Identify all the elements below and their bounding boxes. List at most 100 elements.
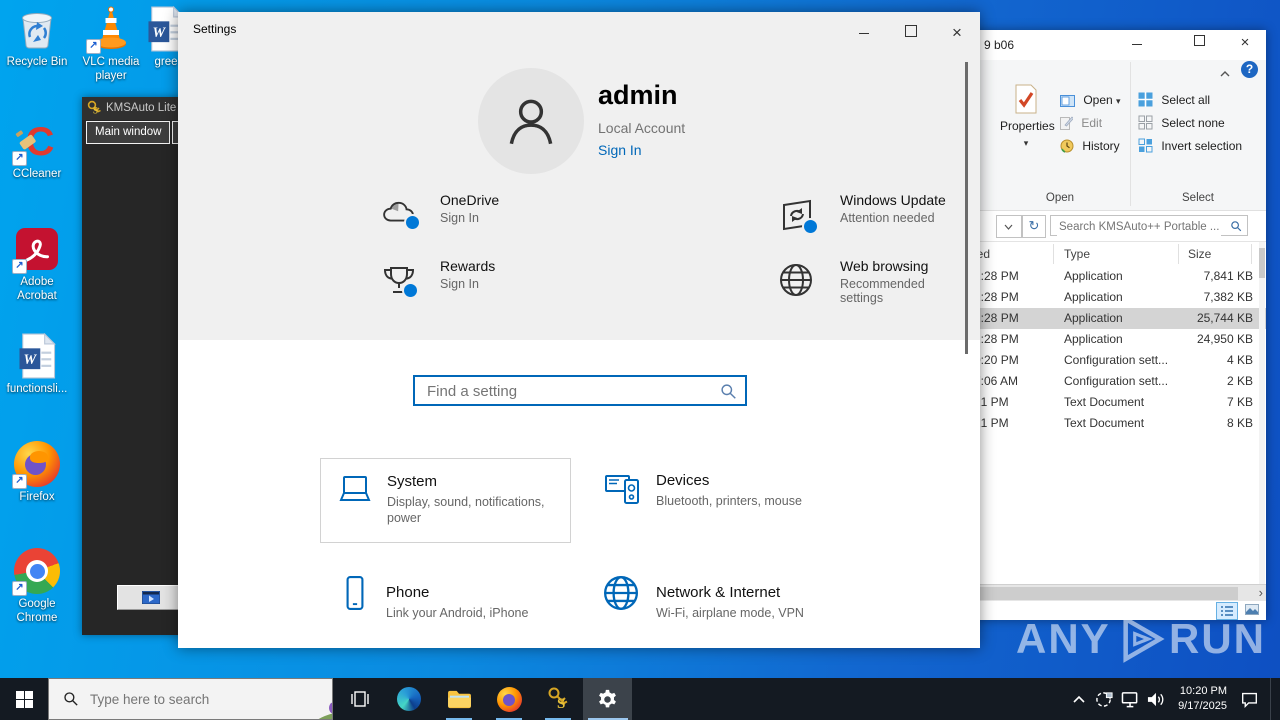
tray-network-button[interactable]: [1118, 678, 1142, 720]
chrome-icon: ↗: [12, 548, 60, 596]
laptop-icon: [337, 474, 373, 511]
settings-close-button[interactable]: ×: [940, 20, 974, 46]
recycle-bin-icon: [14, 6, 60, 52]
explorer-ribbon: ? Properties Open: [960, 60, 1266, 211]
search-highlight-flowers-icon: [318, 702, 332, 719]
explorer-title: 9 b06: [984, 38, 1015, 52]
status-badge: [404, 214, 421, 231]
select-none-icon: [1138, 115, 1153, 136]
tile-devices[interactable]: Devices Bluetooth, printers, mouse: [588, 458, 848, 541]
word-document-icon: W: [14, 332, 60, 379]
edit-icon: [1060, 116, 1074, 136]
kmsauto-media-button[interactable]: [117, 585, 184, 610]
status-badge: [802, 218, 819, 235]
explorer-minimize-button[interactable]: [1120, 30, 1154, 56]
file-row[interactable]: 21 PM Text Document 7 KB: [960, 392, 1266, 413]
tray-volume-button[interactable]: [1143, 678, 1167, 720]
desktop-icon-recycle-bin[interactable]: Recycle Bin: [0, 6, 74, 69]
history-button[interactable]: History: [1060, 136, 1120, 156]
properties-button[interactable]: Properties: [1000, 84, 1055, 188]
desktop-icon-functionsli[interactable]: W functionsli...: [0, 332, 74, 396]
search-icon: [721, 384, 736, 399]
taskbar-search-input[interactable]: [88, 690, 242, 708]
file-list: 2:28 PM Application 7,841 KB 2:28 PM Applic…: [960, 266, 1266, 438]
file-row[interactable]: 0:20 PM Configuration sett... 4 KB: [960, 350, 1266, 371]
desktop-icon-firefox[interactable]: ↗ Firefox: [0, 441, 74, 504]
scrollbar-thumb[interactable]: [1259, 248, 1265, 278]
file-row[interactable]: 7:06 AM Configuration sett... 2 KB: [960, 371, 1266, 392]
ribbon-separator: [1130, 62, 1131, 206]
task-view-button[interactable]: [342, 678, 378, 720]
file-row[interactable]: 2:28 PM Application 24,950 KB: [960, 329, 1266, 350]
svg-text:W: W: [153, 25, 167, 41]
file-row-selected[interactable]: 2:28 PM Application 25,744 KB: [960, 308, 1266, 329]
action-center-button[interactable]: [1232, 678, 1266, 720]
tray-app-icon: [1095, 691, 1113, 707]
desktop-icon-google-chrome[interactable]: ↗ Google Chrome: [0, 548, 74, 626]
taskbar-search-box[interactable]: [48, 678, 333, 720]
taskbar-clock[interactable]: 10:20 PM 9/17/2025: [1168, 678, 1228, 720]
show-desktop-divider[interactable]: [1270, 678, 1271, 720]
taskbar: S: [0, 678, 1280, 720]
start-button[interactable]: [0, 678, 48, 720]
tray-show-hidden-icons[interactable]: [1068, 678, 1090, 720]
quick-status-windows-update[interactable]: Windows Update Attention needed: [600, 192, 946, 248]
quick-status-web-browsing[interactable]: Web browsing Recommended settings: [600, 258, 928, 330]
explorer-titlebar[interactable]: 9 b06 ×: [960, 30, 1266, 60]
invert-selection-icon: [1138, 138, 1153, 159]
shortcut-arrow-icon: ↗: [12, 581, 27, 596]
file-row[interactable]: 21 PM Text Document 8 KB: [960, 413, 1266, 434]
column-header-size[interactable]: Size: [1188, 242, 1211, 266]
invert-selection-button[interactable]: Invert selection: [1138, 136, 1242, 156]
tray-app-button[interactable]: [1092, 678, 1116, 720]
tile-system[interactable]: System Display, sound, notifications, po…: [320, 458, 571, 543]
open-icon: [1060, 93, 1075, 113]
svg-text:W: W: [24, 352, 38, 368]
explorer-search-box[interactable]: [1050, 215, 1248, 236]
account-sign-in-link[interactable]: Sign In: [598, 142, 642, 158]
gear-icon: [599, 689, 616, 707]
kmsauto-title: KMSAuto Lite: [106, 102, 177, 114]
history-icon: [1060, 139, 1074, 159]
select-all-button[interactable]: Select all: [1138, 90, 1210, 110]
speaker-icon: [1147, 692, 1163, 706]
select-none-button[interactable]: Select none: [1138, 113, 1225, 133]
horizontal-scrollbar[interactable]: ›: [960, 584, 1266, 602]
desktop-icon-ccleaner[interactable]: C ↗ CCleaner: [0, 118, 74, 181]
file-list-scrollbar[interactable]: [1259, 242, 1265, 584]
scroll-right-arrow-icon[interactable]: ›: [1259, 585, 1263, 601]
taskbar-edge-button[interactable]: [390, 678, 428, 720]
settings-search-input[interactable]: [425, 379, 709, 404]
explorer-addressbar: ↻: [960, 211, 1266, 242]
refresh-icon[interactable]: ↻: [1022, 215, 1046, 238]
explorer-close-button[interactable]: ×: [1228, 30, 1262, 56]
column-header-type[interactable]: Type: [1064, 242, 1090, 266]
taskbar-firefox-button[interactable]: [490, 678, 528, 720]
help-icon[interactable]: ?: [1241, 61, 1258, 78]
tab-main-window[interactable]: Main window: [86, 121, 171, 144]
taskbar-settings-button[interactable]: [583, 678, 632, 720]
ribbon-collapse-icon[interactable]: [1220, 64, 1232, 77]
settings-search-box[interactable]: [413, 375, 747, 406]
settings-maximize-button[interactable]: [894, 20, 928, 46]
desktop-icon-adobe-acrobat[interactable]: ↗ Adobe Acrobat: [0, 226, 74, 304]
tile-phone[interactable]: Phone Link your Android, iPhone: [320, 570, 569, 640]
file-row[interactable]: 2:28 PM Application 7,382 KB: [960, 287, 1266, 308]
open-button[interactable]: Open: [1060, 90, 1121, 110]
scrollbar-thumb[interactable]: [962, 587, 1238, 600]
settings-scrollbar-thumb[interactable]: [965, 62, 968, 354]
kmsauto-icon: S: [548, 687, 568, 712]
taskbar-kmsauto-button[interactable]: S: [539, 678, 577, 720]
explorer-maximize-button[interactable]: [1182, 30, 1216, 56]
desktop: Recycle Bin ↗ VLC media player W gree C …: [0, 0, 1280, 720]
kmsauto-logo-icon: S: [87, 100, 101, 116]
address-dropdown-button[interactable]: [996, 215, 1022, 238]
explorer-search-input[interactable]: [1057, 217, 1221, 236]
adobe-acrobat-icon: ↗: [12, 226, 60, 274]
taskbar-explorer-button[interactable]: [440, 678, 478, 720]
edit-button[interactable]: Edit: [1060, 113, 1102, 133]
file-row[interactable]: 2:28 PM Application 7,841 KB: [960, 266, 1266, 287]
settings-minimize-button[interactable]: [847, 20, 881, 46]
tile-network[interactable]: Network & Internet Wi-Fi, airplane mode,…: [588, 570, 858, 640]
clock-time: 10:20 PM: [1179, 685, 1227, 698]
